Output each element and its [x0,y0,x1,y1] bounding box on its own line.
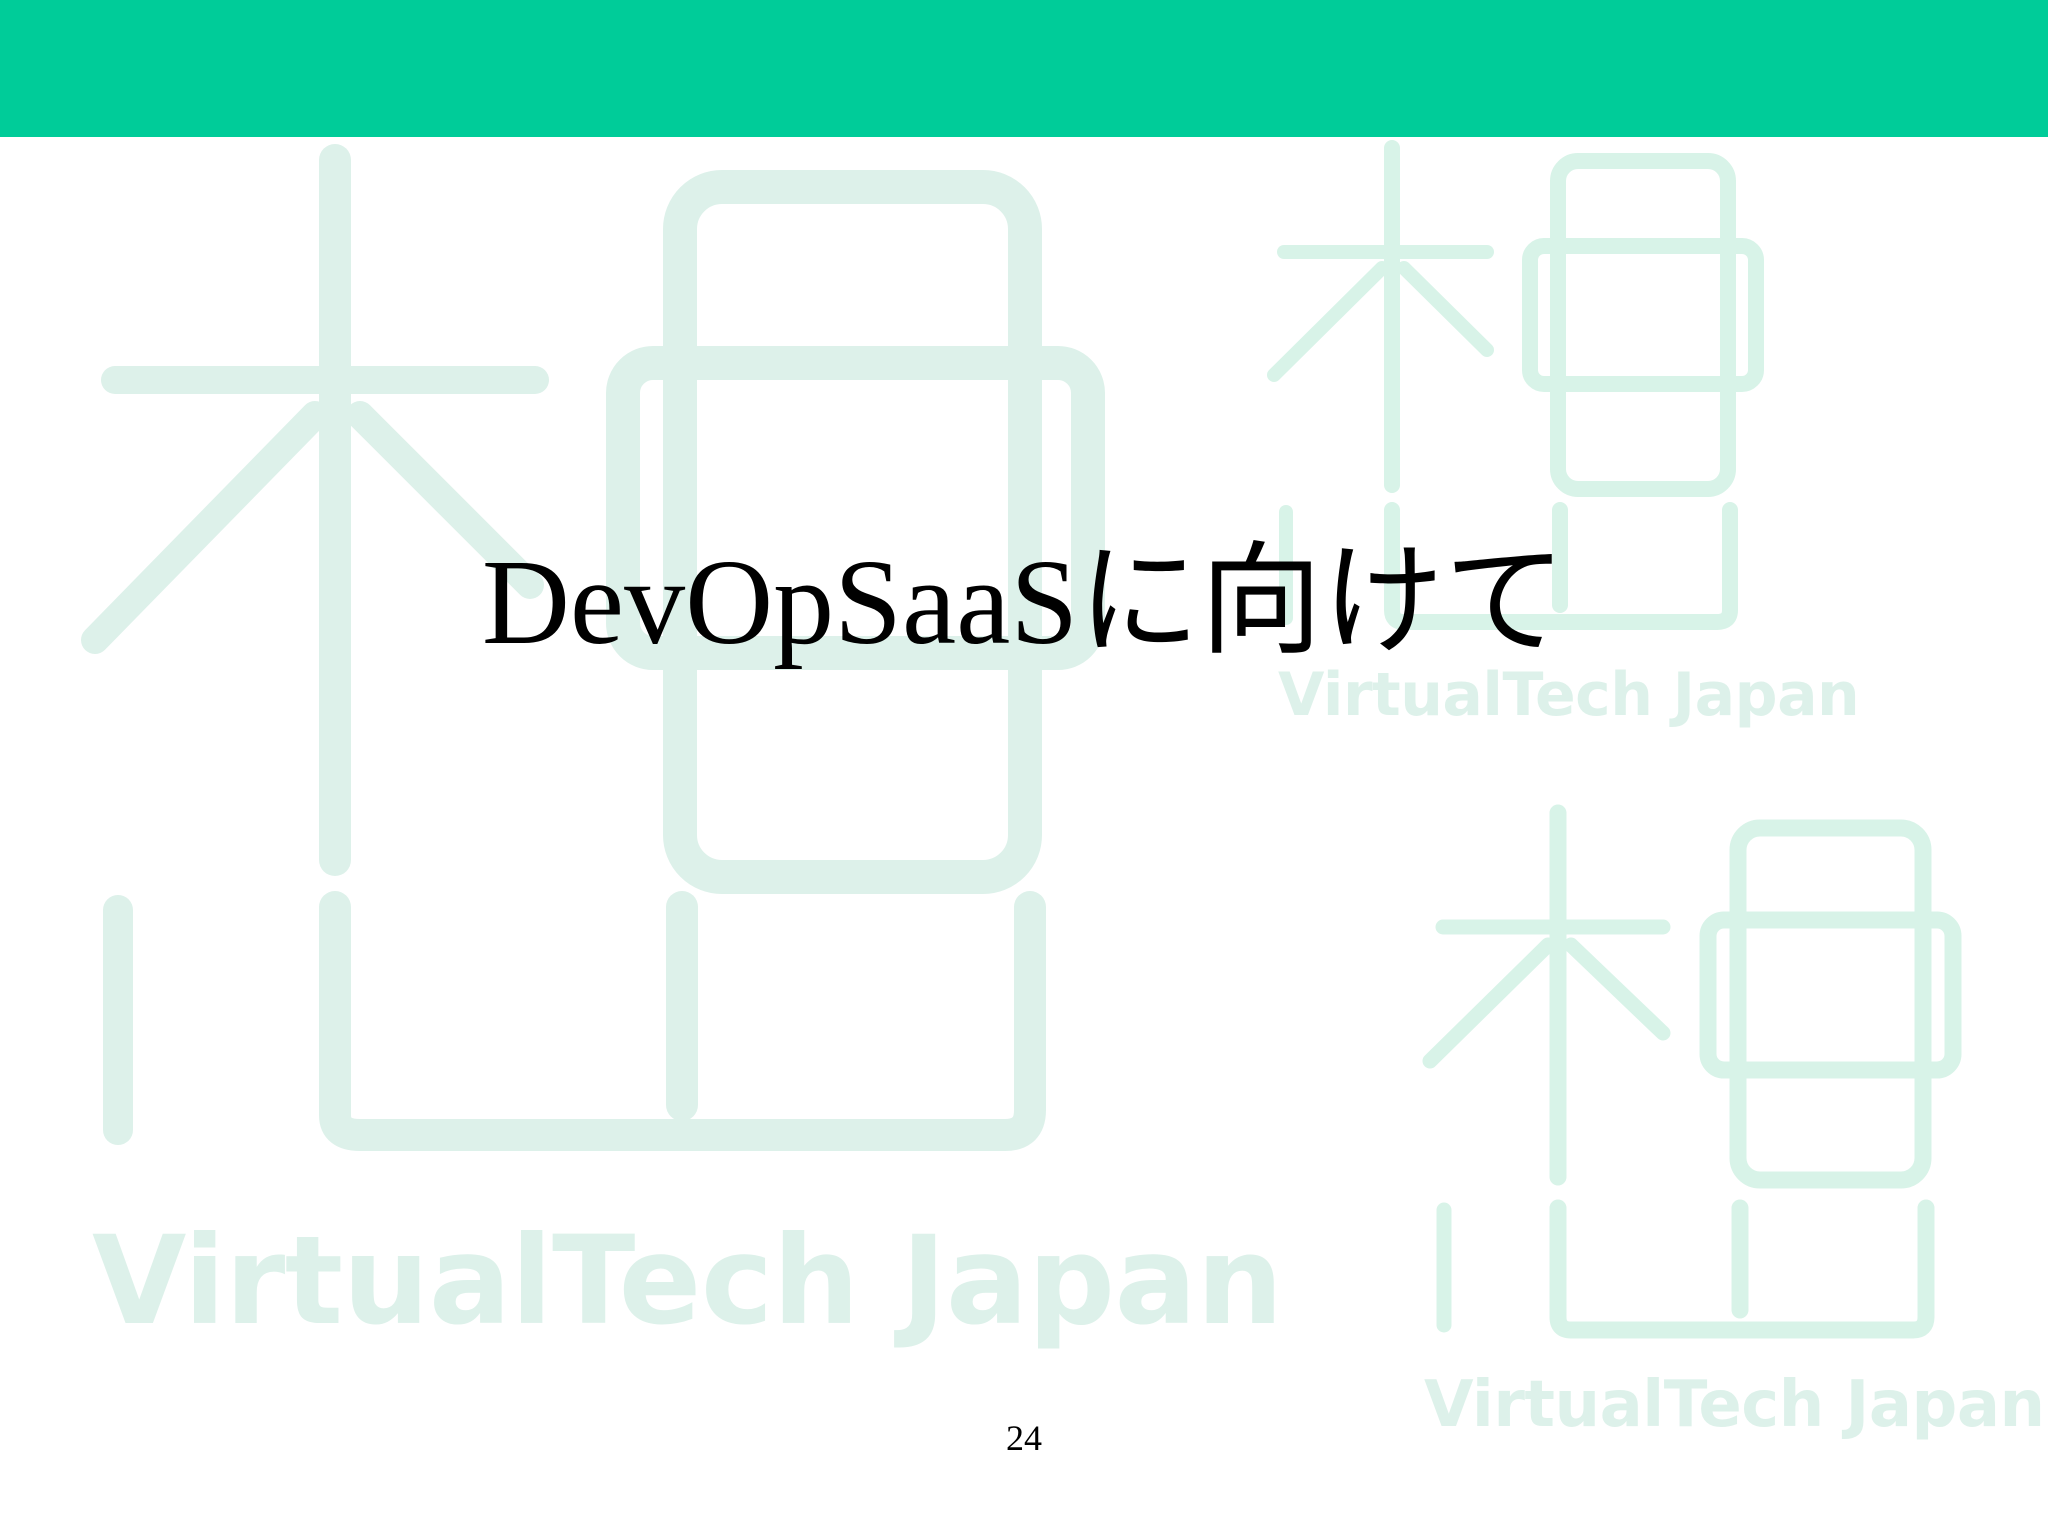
watermark-logo-text: VirtualTech Japan [92,1210,1283,1352]
slide: VirtualTech Japan VirtualTech Japan Virt… [0,0,2048,1536]
slide-title: DevOpSaaSに向けて [481,535,1567,670]
header-bar [0,0,2048,137]
virtualtech-japan-logo-icon [1422,804,1962,1339]
page-number: 24 [1006,1418,1042,1458]
